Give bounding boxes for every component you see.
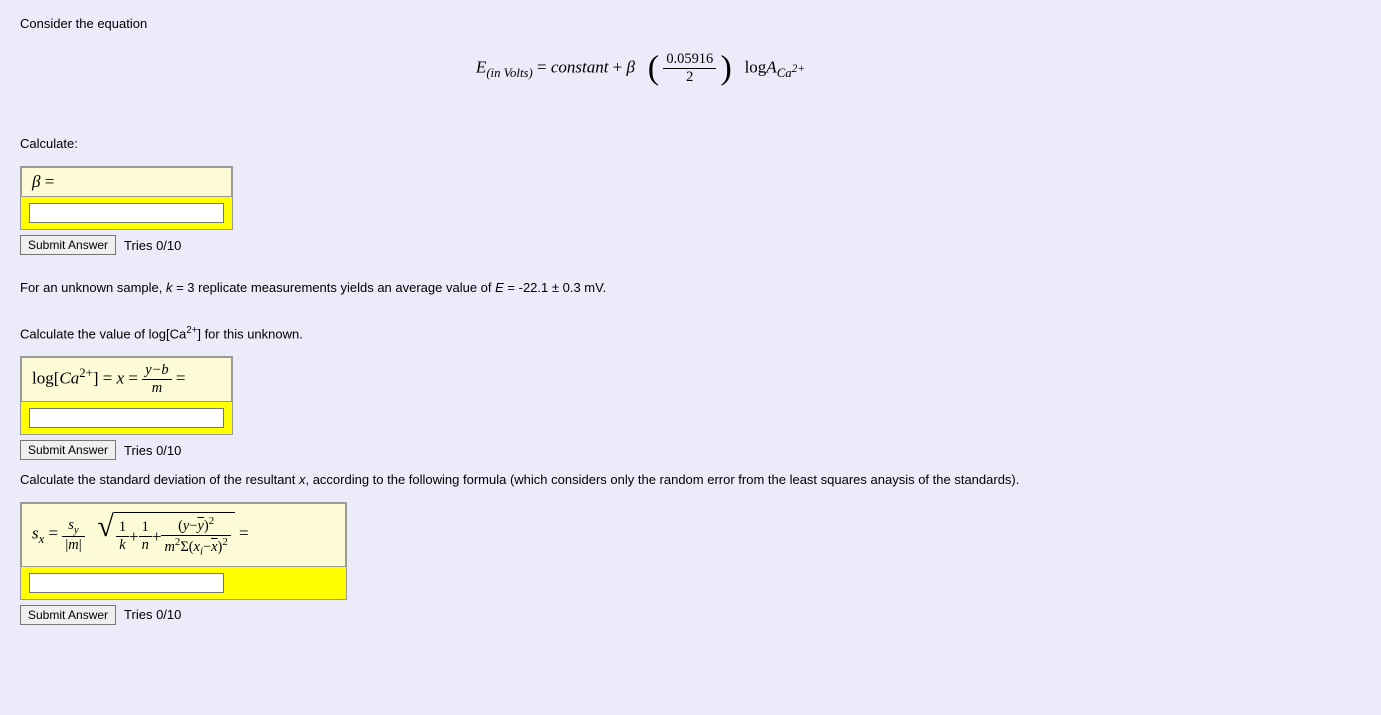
q3-eq2: =: [239, 524, 249, 543]
input-row-3: [21, 567, 346, 599]
eq-A-sub-ca: Ca: [777, 66, 792, 80]
eq-lparen: (: [648, 50, 659, 87]
eq-rparen: ): [720, 50, 731, 87]
sqrt-icon: √: [97, 512, 113, 558]
intro-text: Consider the equation: [20, 16, 1361, 31]
q2-frac-den: m: [142, 380, 171, 397]
answer-block-2: log[Ca2+] = x = y−b m =: [20, 356, 233, 435]
q2-calc-sup: 2+: [186, 325, 197, 336]
submit-button-2[interactable]: Submit Answer: [20, 440, 116, 460]
q2-sup: 2+: [79, 366, 93, 380]
submit-row-1: Submit Answer Tries 0/10: [20, 235, 1361, 255]
q2-intro-c: = -22.1 ± 0.3 mV.: [504, 280, 606, 295]
eq-fraction: 0.05916 2: [663, 51, 716, 86]
q3-bd-sup: 2: [222, 536, 227, 548]
q3-sfrac1-num: 1: [116, 519, 129, 537]
q2-log: log: [32, 369, 54, 388]
q3-sfrac2-num: 1: [139, 519, 152, 537]
q2-eq2: =: [124, 369, 142, 388]
q3-bignum: (y−y)2: [161, 515, 230, 536]
q3-frac1-y: y: [74, 524, 79, 536]
q3-sfrac1: 1 k: [116, 519, 129, 554]
eq-beta: β: [627, 57, 635, 76]
q3-sqrt: √ 1 k + 1 n + (y−y)2 m2Σ(xi−x)2: [97, 512, 234, 558]
q3-sfrac1-den: k: [116, 537, 129, 554]
answer-block-1: β =: [20, 166, 233, 230]
input-row-1: [21, 197, 232, 229]
q3-intro-a: Calculate the standard deviation of the …: [20, 472, 299, 487]
eq-constant: constant: [551, 57, 609, 76]
eq-A-sub: Ca2+: [777, 66, 805, 80]
answer-input-1[interactable]: [29, 203, 224, 223]
q3-sqrt-content: 1 k + 1 n + (y−y)2 m2Σ(xi−x)2: [114, 512, 235, 558]
tries-3: Tries 0/10: [124, 607, 181, 622]
eq-E-sub: (in Volts): [486, 66, 532, 80]
q3-intro: Calculate the standard deviation of the …: [20, 472, 1361, 487]
eq-space2: [736, 57, 740, 76]
q2-x: x: [117, 369, 125, 388]
q3-intro-b: , according to the following formula (wh…: [305, 472, 1019, 487]
q2-frac: y−b m: [142, 362, 171, 397]
answer-input-2[interactable]: [29, 408, 224, 428]
q2-eq1: =: [99, 369, 117, 388]
eq-plus: +: [613, 57, 627, 76]
q3-frac1-rpipe: |: [79, 537, 82, 553]
q2-calc-a: Calculate the value of log[Ca: [20, 326, 186, 341]
q3-sfrac2: 1 n: [139, 519, 152, 554]
answer-input-3[interactable]: [29, 573, 224, 593]
eq-log: log: [745, 57, 767, 76]
q3-frac1: sy |m|: [62, 517, 84, 554]
formula-box-3: sx = sy |m| √ 1 k + 1 n + (y−y)2: [21, 503, 346, 567]
q2-E: E: [495, 280, 504, 295]
eq-A: A: [766, 57, 776, 76]
q3-bd-m: m: [164, 539, 174, 555]
submit-button-1[interactable]: Submit Answer: [20, 235, 116, 255]
input-row-2: [21, 402, 232, 434]
q3-bd-sigma: Σ(: [180, 539, 193, 555]
eq-equals: =: [537, 57, 551, 76]
q3-bn-sup: 2: [209, 515, 214, 527]
eq-A-sub-sup: 2+: [792, 63, 805, 75]
q2-eq3: =: [176, 369, 186, 388]
q1-eq: =: [40, 172, 54, 191]
q2-ca: Ca: [59, 369, 79, 388]
eq-frac-num: 0.05916: [663, 51, 716, 69]
eq-space: [639, 57, 643, 76]
eq-frac-den: 2: [663, 69, 716, 86]
q3-sx-s: s: [32, 524, 39, 543]
q3-bigden: m2Σ(xi−x)2: [161, 536, 230, 558]
q3-eq1: =: [44, 524, 62, 543]
q2-intro-b: = 3 replicate measurements yields an ave…: [172, 280, 495, 295]
q3-sp1: [89, 524, 93, 543]
q3-frac1-m: m: [68, 537, 78, 553]
q2-intro-a: For an unknown sample,: [20, 280, 166, 295]
q2-intro: For an unknown sample, k = 3 replicate m…: [20, 280, 1361, 295]
formula-box-2: log[Ca2+] = x = y−b m =: [21, 357, 232, 402]
q3-bigfrac: (y−y)2 m2Σ(xi−x)2: [161, 515, 230, 558]
submit-row-3: Submit Answer Tries 0/10: [20, 605, 1361, 625]
tries-1: Tries 0/10: [124, 238, 181, 253]
q2-frac-num: y−b: [142, 362, 171, 380]
q2-calc-b: ] for this unknown.: [197, 326, 303, 341]
tries-2: Tries 0/10: [124, 443, 181, 458]
q3-frac1-den: |m|: [62, 537, 84, 554]
submit-row-2: Submit Answer Tries 0/10: [20, 440, 1361, 460]
q3-bd-minus: −: [203, 539, 211, 555]
submit-button-3[interactable]: Submit Answer: [20, 605, 116, 625]
main-equation: E(in Volts) = constant + β ( 0.05916 2 )…: [20, 51, 1361, 86]
q3-sfrac2-den: n: [139, 537, 152, 554]
q3-frac1-num: sy: [62, 517, 84, 537]
q3-plus2: +: [152, 527, 162, 547]
answer-block-3: sx = sy |m| √ 1 k + 1 n + (y−y)2: [20, 502, 347, 600]
formula-box-1: β =: [21, 167, 232, 197]
eq-E: E: [476, 57, 486, 76]
q3-plus1: +: [129, 527, 139, 547]
q2-calc-label: Calculate the value of log[Ca2+] for thi…: [20, 325, 1361, 341]
calculate-label: Calculate:: [20, 136, 1361, 151]
